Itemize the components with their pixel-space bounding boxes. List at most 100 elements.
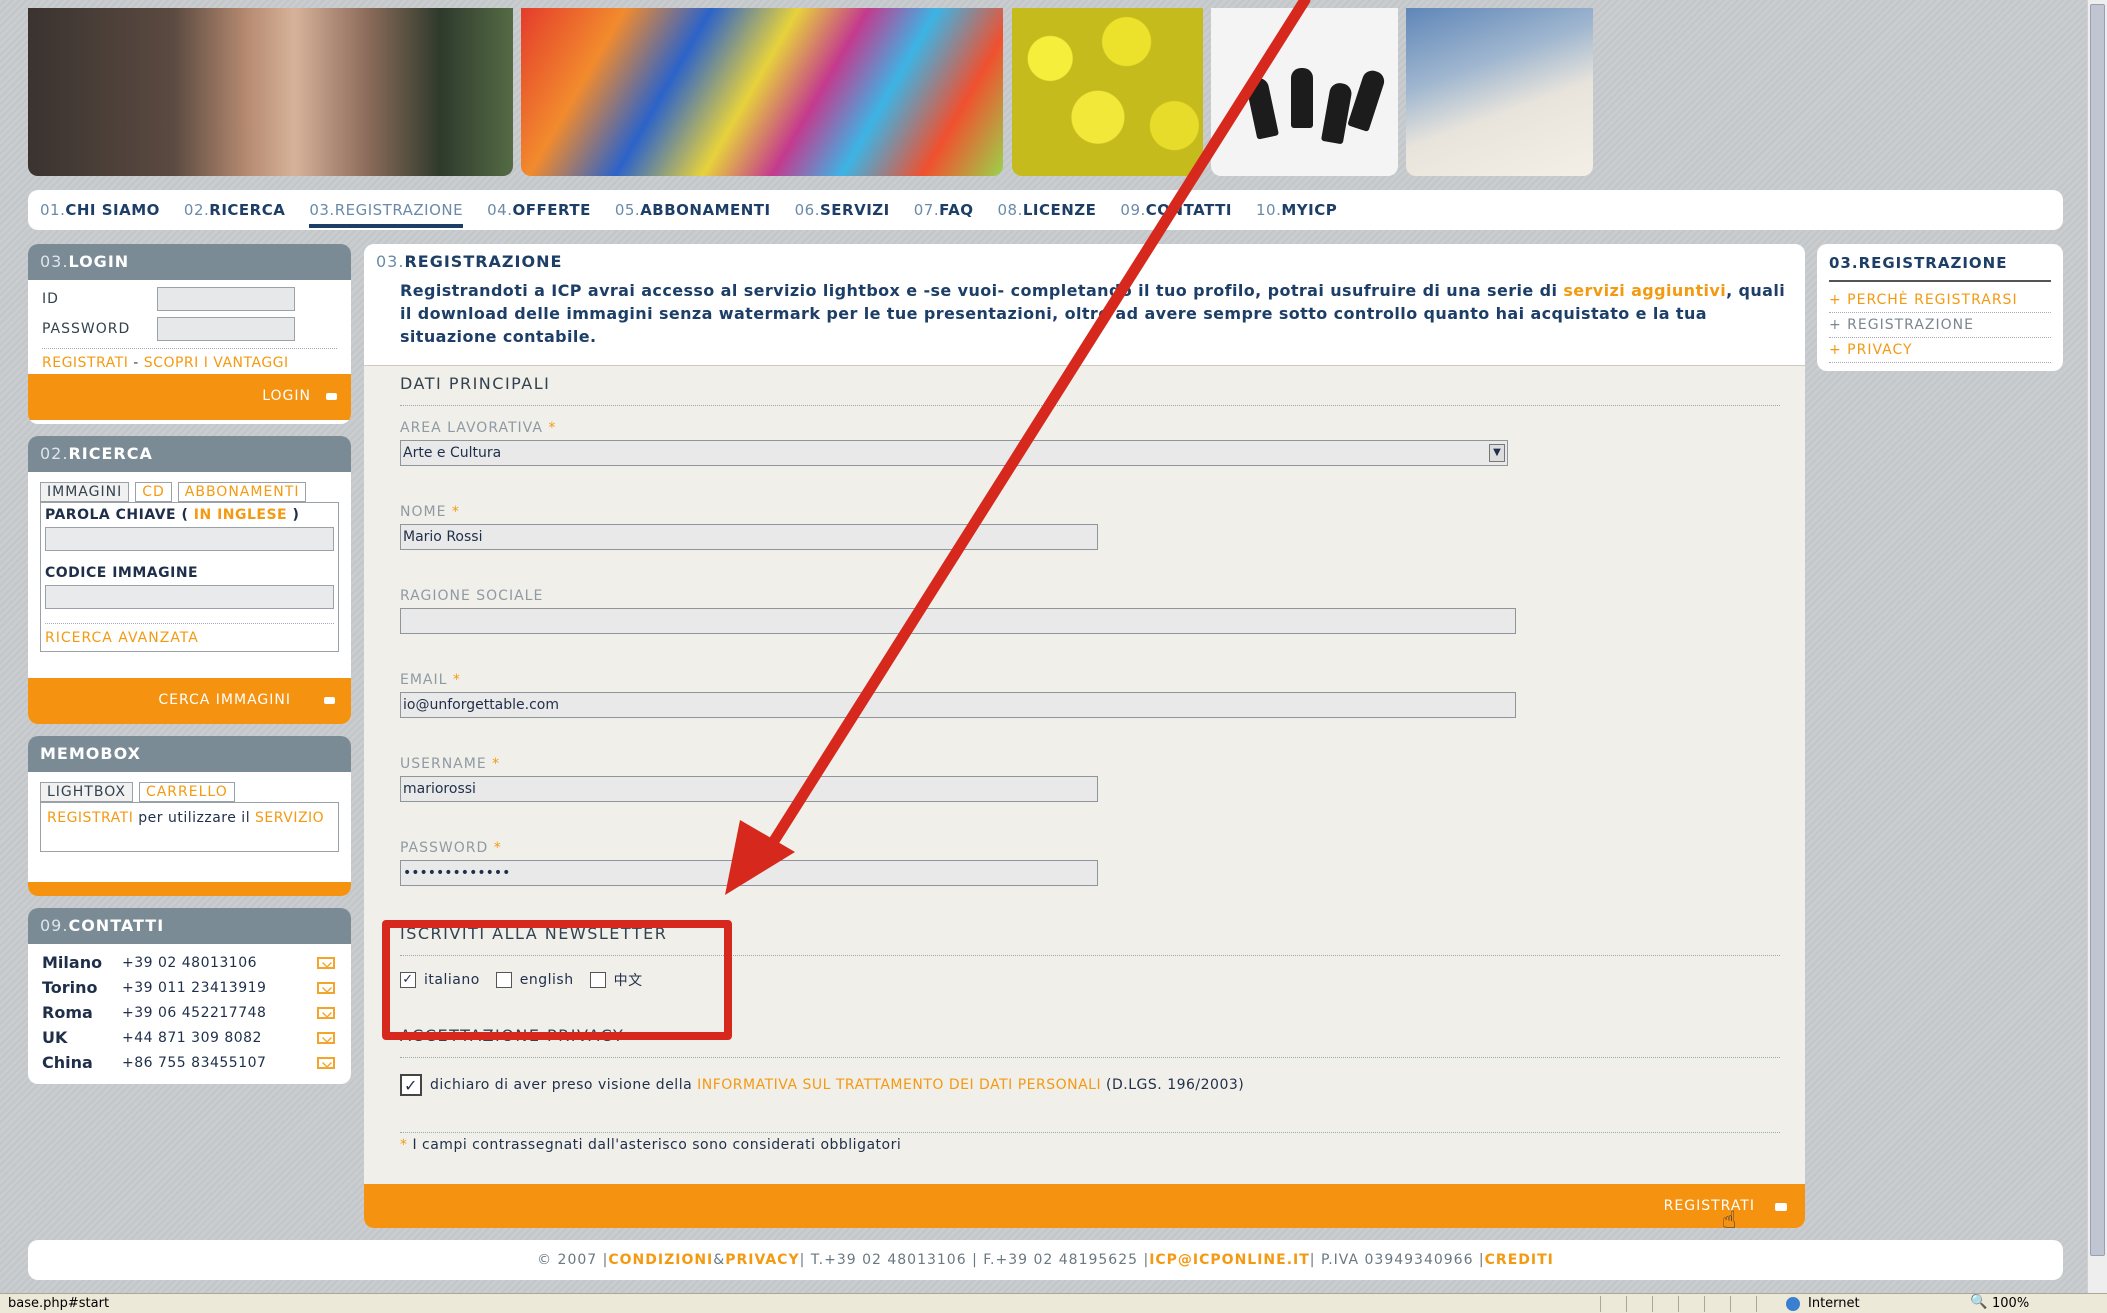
banner-image-skier — [1406, 8, 1593, 176]
memobox-title: MEMOBOX — [28, 736, 351, 772]
footer-conditions-link[interactable]: CONDIZIONI — [608, 1252, 713, 1268]
nav-registrazione[interactable]: 03.REGISTRAZIONE — [309, 201, 463, 228]
login-button[interactable]: LOGIN — [28, 374, 351, 420]
contacts-panel: 09.CONTATTI Milano +39 02 48013106 Torino… — [28, 908, 351, 1084]
nav-offerte[interactable]: 04.OFFERTE — [487, 201, 591, 219]
security-zone: Internet — [1808, 1296, 1860, 1311]
password-label-main: PASSWORD * — [400, 840, 502, 856]
password-input[interactable]: ••••••••••••• — [400, 860, 1098, 886]
tab-carrello[interactable]: CARRELLO — [138, 782, 235, 802]
area-label: AREA LAVORATIVA * — [400, 420, 557, 436]
zoom-icon[interactable]: 🔍 — [1970, 1294, 1987, 1310]
memobox-footer-bar — [28, 882, 351, 896]
username-input[interactable]: mariorossi — [400, 776, 1098, 802]
memobox-service-link[interactable]: SERVIZIO — [255, 810, 324, 826]
page-footer: © 2007 | CONDIZIONI & PRIVACY | T.+39 02… — [28, 1240, 2063, 1280]
mail-icon[interactable] — [317, 1006, 335, 1019]
register-submit-button[interactable]: REGISTRATI — [364, 1184, 1805, 1228]
login-title: 03.LOGIN — [28, 244, 351, 280]
contacts-title: 09.CONTATTI — [28, 908, 351, 944]
nav-myicp[interactable]: 10.MYICP — [1256, 201, 1337, 219]
status-url: base.php#start — [8, 1296, 110, 1311]
browser-status-bar: base.php#start Internet 🔍 100% — [0, 1293, 2107, 1313]
zoom-level[interactable]: 100% — [1992, 1296, 2029, 1311]
id-label: ID — [42, 291, 59, 307]
arrow-bullet-icon — [326, 393, 337, 400]
registration-subnav: 03.REGISTRAZIONE + PERCHÈ REGISTRARSI + … — [1817, 244, 2063, 371]
nav-servizi[interactable]: 06.SERVIZI — [795, 201, 890, 219]
mail-icon[interactable] — [317, 956, 335, 969]
email-label: EMAIL * — [400, 672, 461, 688]
keyword-input[interactable] — [45, 527, 334, 551]
search-images-button[interactable]: CERCA IMMAGINI — [28, 678, 351, 724]
scrollbar-thumb[interactable] — [2090, 4, 2105, 1256]
memobox-register-link[interactable]: REGISTRATI — [47, 810, 133, 826]
search-title: 02.RICERCA — [28, 436, 351, 472]
tab-cd[interactable]: CD — [135, 482, 172, 502]
registration-header: 03.REGISTRAZIONE Registrandoti a ICP avr… — [364, 244, 1805, 366]
section-main-data: DATI PRINCIPALI — [400, 374, 1780, 406]
annotation-highlight-box — [382, 920, 732, 1040]
subnav-why-register[interactable]: + PERCHÈ REGISTRARSI — [1829, 288, 2051, 313]
login-password-input[interactable] — [157, 317, 295, 341]
login-id-input[interactable] — [157, 287, 295, 311]
main-navigation: 01.CHI SIAMO 02.RICERCA 03.REGISTRAZIONE… — [28, 190, 2063, 230]
memobox-tabs: LIGHTBOX CARRELLO — [40, 782, 339, 802]
subnav-registration[interactable]: + REGISTRAZIONE — [1829, 313, 2051, 338]
username-label: USERNAME * — [400, 756, 501, 772]
image-code-input[interactable] — [45, 585, 334, 609]
registration-intro: Registrandoti a ICP avrai accesso al ser… — [400, 281, 1786, 346]
name-input[interactable]: Mario Rossi — [400, 524, 1098, 550]
subnav-privacy[interactable]: + PRIVACY — [1829, 338, 2051, 363]
email-input[interactable]: io@unforgettable.com — [400, 692, 1516, 718]
banner-image-business-people — [1211, 8, 1398, 176]
banner-image-tennis-balls — [1012, 8, 1203, 176]
nav-contatti[interactable]: 09.CONTATTI — [1120, 201, 1232, 219]
contact-row: UK +44 871 309 8082 — [28, 1025, 351, 1050]
area-select[interactable]: Arte e Cultura ▼ — [400, 440, 1508, 466]
tab-immagini[interactable]: IMMAGINI — [40, 482, 130, 502]
nav-licenze[interactable]: 08.LICENZE — [997, 201, 1096, 219]
privacy-info-link[interactable]: INFORMATIVA SUL TRATTAMENTO DEI DATI PER… — [697, 1077, 1101, 1093]
footer-privacy-link[interactable]: PRIVACY — [725, 1252, 799, 1268]
advanced-search-link[interactable]: RICERCA AVANZATA — [45, 630, 199, 646]
image-code-label: CODICE IMMAGINE — [45, 565, 199, 581]
login-links: REGISTRATI - SCOPRI I VANTAGGI — [42, 348, 337, 374]
register-link[interactable]: REGISTRATI — [42, 355, 128, 371]
arrow-bullet-icon — [1775, 1203, 1787, 1211]
extra-services-link[interactable]: servizi aggiuntivi — [1563, 281, 1726, 300]
mail-icon[interactable] — [317, 1056, 335, 1069]
login-panel: 03.LOGIN ID PASSWORD REGISTRATI - SCOPRI… — [28, 244, 351, 424]
discover-advantages-link[interactable]: SCOPRI I VANTAGGI — [144, 355, 289, 371]
page-title: 03.REGISTRAZIONE — [376, 252, 563, 271]
tab-lightbox[interactable]: LIGHTBOX — [40, 782, 133, 802]
contact-row: Roma +39 06 452217748 — [28, 1000, 351, 1025]
memobox-panel: MEMOBOX LIGHTBOX CARRELLO REGISTRATI per… — [28, 736, 351, 896]
nav-chi-siamo[interactable]: 01.CHI SIAMO — [40, 201, 160, 219]
registration-panel: 03.REGISTRAZIONE Registrandoti a ICP avr… — [364, 244, 1805, 1228]
globe-icon — [1786, 1297, 1800, 1311]
nav-ricerca[interactable]: 02.RICERCA — [184, 201, 285, 219]
search-tabs: IMMAGINI CD ABBONAMENTI — [40, 482, 339, 502]
subnav-title: 03.REGISTRAZIONE — [1829, 254, 2051, 282]
keyword-label: PAROLA CHIAVE ( IN INGLESE ) — [45, 507, 300, 523]
tab-abbonamenti[interactable]: ABBONAMENTI — [177, 482, 307, 502]
company-input[interactable] — [400, 608, 1516, 634]
banner-image-woman — [28, 8, 513, 176]
vertical-scrollbar[interactable] — [2087, 0, 2107, 1293]
mail-icon[interactable] — [317, 981, 335, 994]
memobox-message: REGISTRATI per utilizzare il SERVIZIO — [40, 802, 339, 852]
checkbox-privacy[interactable]: ✓ — [400, 1074, 422, 1096]
password-label: PASSWORD — [42, 321, 131, 337]
chevron-down-icon[interactable]: ▼ — [1489, 444, 1505, 462]
footer-email-link[interactable]: ICP@ICPONLINE.IT — [1149, 1252, 1310, 1268]
hand-cursor-icon: ☝ — [1722, 1206, 1737, 1234]
company-label: RAGIONE SOCIALE — [400, 588, 544, 604]
required-note: * I campi contrassegnati dall'asterisco … — [400, 1132, 1780, 1153]
contact-row: Torino +39 011 23413919 — [28, 975, 351, 1000]
footer-credits-link[interactable]: CREDITI — [1485, 1252, 1554, 1268]
mail-icon[interactable] — [317, 1031, 335, 1044]
nav-faq[interactable]: 07.FAQ — [914, 201, 974, 219]
nav-abbonamenti[interactable]: 05.ABBONAMENTI — [615, 201, 771, 219]
search-panel: 02.RICERCA IMMAGINI CD ABBONAMENTI PAROL… — [28, 436, 351, 724]
